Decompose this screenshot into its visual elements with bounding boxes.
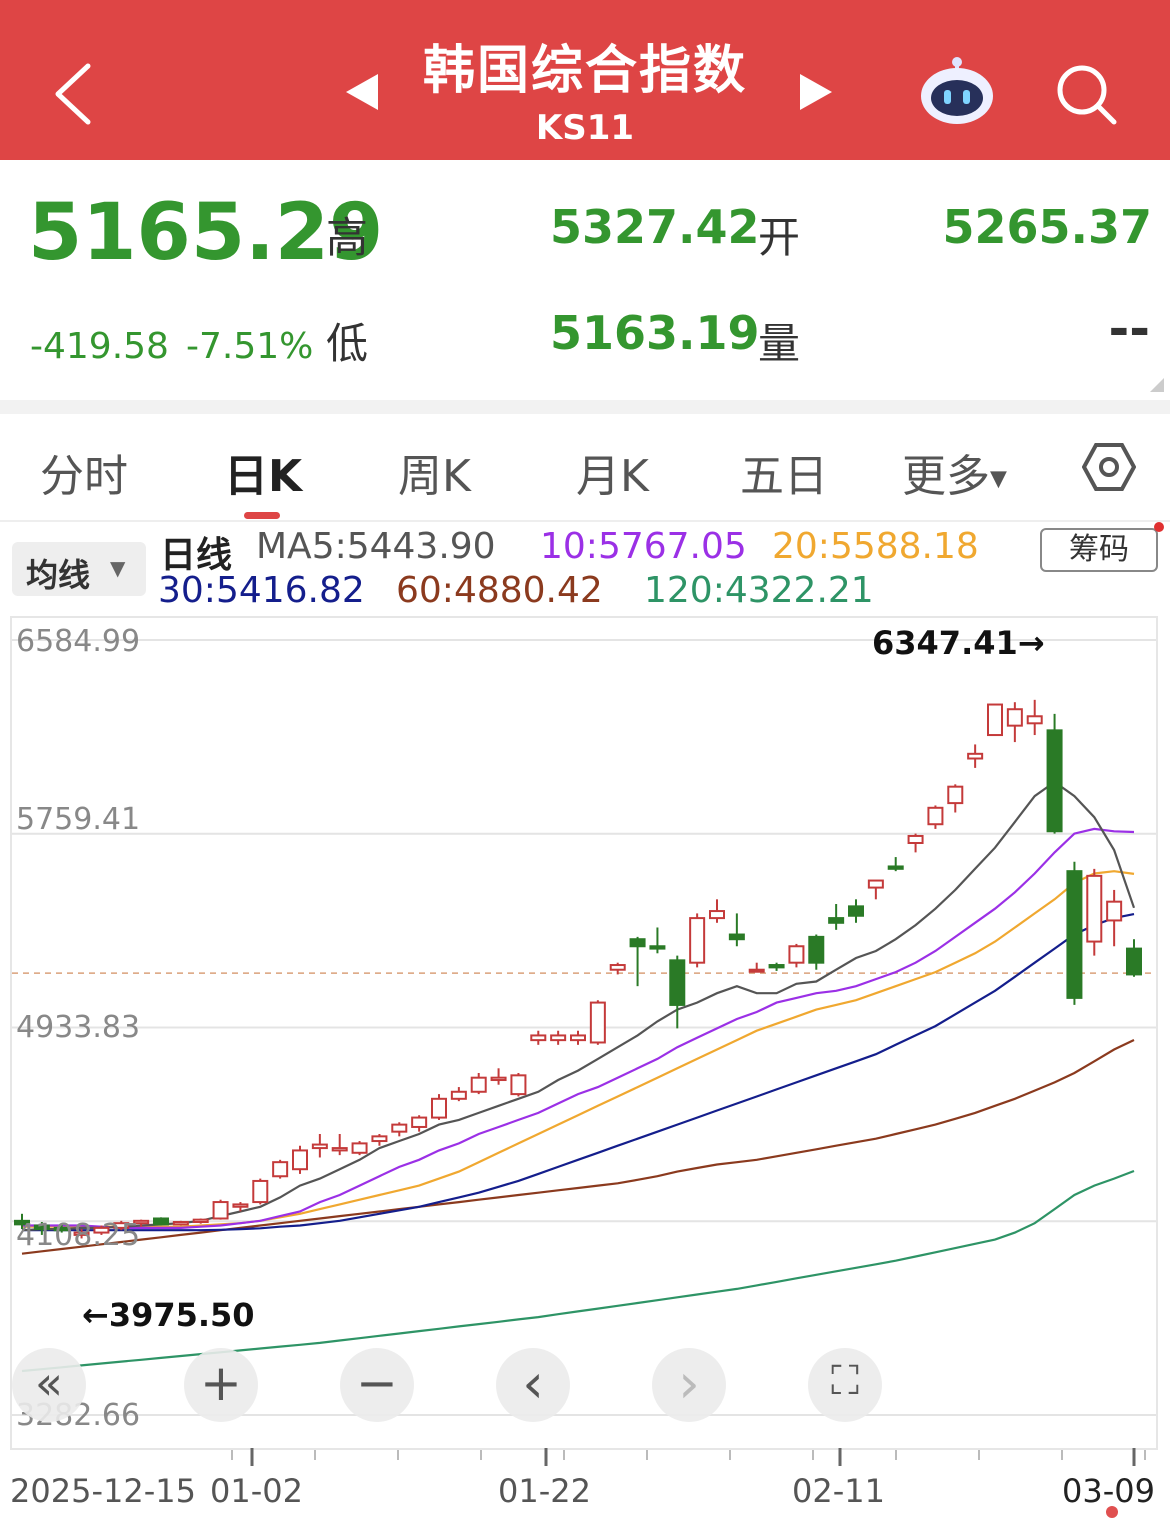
candle-body xyxy=(232,1203,249,1208)
candle-body xyxy=(550,1034,567,1042)
min-annotation: ←3975.50 xyxy=(82,1296,255,1334)
current-date-dot xyxy=(1106,1506,1118,1518)
candle-body xyxy=(987,703,1003,737)
candle-body xyxy=(629,938,646,948)
candle-body xyxy=(887,865,904,870)
candle-body xyxy=(431,1097,447,1119)
zoom-out-button[interactable]: − xyxy=(340,1348,414,1422)
candle-body xyxy=(172,1221,189,1226)
candle-body xyxy=(411,1116,428,1128)
candle-body xyxy=(1046,729,1063,833)
candle-body xyxy=(709,910,725,920)
candle-body xyxy=(768,964,785,969)
plus-icon: + xyxy=(200,1354,242,1412)
candle-body xyxy=(689,917,706,964)
y-tick-label: 6584.99 xyxy=(16,624,141,659)
candle-body xyxy=(649,945,666,950)
candle-body xyxy=(311,1143,328,1150)
candle-body xyxy=(530,1034,547,1042)
candle-body xyxy=(272,1161,289,1178)
candle-body xyxy=(570,1034,586,1042)
candle-body xyxy=(848,905,864,917)
max-annotation: 6347.41→ xyxy=(872,624,1045,662)
candle-body xyxy=(1006,708,1023,727)
x-tick-label: 01-22 xyxy=(498,1472,591,1510)
candle-body xyxy=(1026,715,1043,725)
candle-body xyxy=(351,1142,368,1154)
x-tick-label: 03-09 xyxy=(1062,1472,1155,1510)
candle-body xyxy=(1106,900,1123,922)
candle-body xyxy=(788,945,805,964)
candle-body xyxy=(927,806,944,826)
ma120-line xyxy=(21,1169,1135,1373)
y-tick-label: 4933.83 xyxy=(16,1010,141,1045)
next-button[interactable]: › xyxy=(652,1348,726,1422)
x-tick-label: 2025-12-15 xyxy=(10,1472,196,1510)
candle-body xyxy=(589,1001,606,1044)
chevron-left-icon: ‹ xyxy=(522,1352,544,1415)
candle-body xyxy=(252,1179,269,1204)
candle-body xyxy=(728,933,745,941)
candle-body xyxy=(748,968,765,973)
candle-body xyxy=(867,879,884,889)
candle-body xyxy=(947,785,964,805)
candle-body xyxy=(907,834,924,844)
chevron-right-icon: › xyxy=(678,1352,700,1415)
scroll-left-button[interactable]: « xyxy=(12,1348,86,1422)
candle-body xyxy=(153,1217,169,1226)
y-tick-label: 5759.41 xyxy=(16,802,141,837)
candle-body xyxy=(490,1076,507,1082)
candle-body xyxy=(450,1090,467,1100)
candle-body xyxy=(331,1147,348,1152)
zoom-in-button[interactable]: + xyxy=(184,1348,258,1422)
fullscreen-icon: ⛶ xyxy=(831,1358,859,1404)
candle-body xyxy=(1066,870,1083,999)
x-tick-label: 02-11 xyxy=(792,1472,885,1510)
ma20-line xyxy=(22,870,1135,1228)
candle-body xyxy=(391,1123,408,1133)
y-tick-label: 4108.25 xyxy=(16,1218,141,1253)
candle-body xyxy=(609,964,626,971)
candle-body xyxy=(828,917,845,924)
candle-body xyxy=(808,935,825,964)
fullscreen-button[interactable]: ⛶ xyxy=(808,1348,882,1422)
ma30-line xyxy=(22,913,1135,1232)
candle-body xyxy=(510,1074,527,1096)
candle-body xyxy=(371,1135,388,1143)
candle-body xyxy=(669,959,686,1006)
candle-body xyxy=(1086,874,1103,943)
double-chevron-left-icon: « xyxy=(34,1356,64,1410)
candle-body xyxy=(212,1201,229,1220)
candle-body xyxy=(292,1149,308,1171)
candle-body xyxy=(192,1218,209,1224)
candle-body xyxy=(967,752,984,760)
x-tick-label: 01-02 xyxy=(210,1472,303,1510)
prev-button[interactable]: ‹ xyxy=(496,1348,570,1422)
minus-icon: − xyxy=(356,1354,398,1412)
candle-body xyxy=(470,1076,487,1093)
candle-body xyxy=(1126,947,1142,976)
